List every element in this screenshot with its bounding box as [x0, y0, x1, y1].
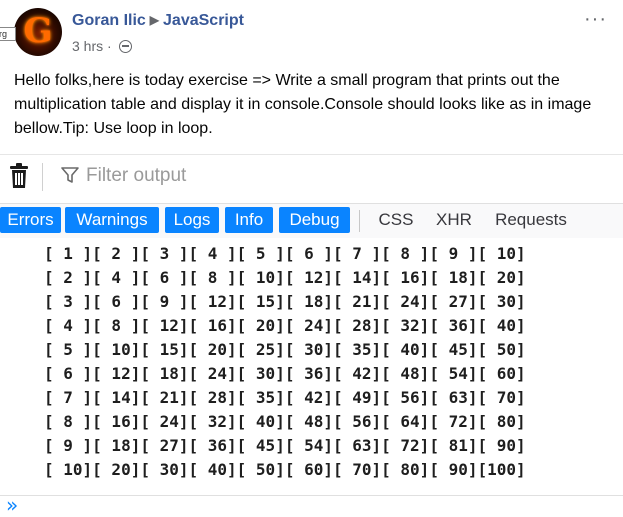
tab-warnings[interactable]: Warnings: [65, 207, 159, 233]
avatar-badge: rg: [0, 27, 16, 41]
globe-icon[interactable]: [118, 40, 132, 53]
tab-css[interactable]: CSS: [370, 207, 422, 233]
tab-debug[interactable]: Debug: [279, 207, 350, 233]
tab-requests[interactable]: Requests: [486, 207, 576, 233]
toolbar-divider: [42, 163, 43, 191]
tab-logs[interactable]: Logs: [165, 207, 219, 233]
post-time-link[interactable]: 3 hrs: [72, 38, 103, 54]
caret-right-icon: ▶: [149, 13, 160, 27]
output-row: [ 6 ][ 12][ 18][ 24][ 30][ 36][ 42][ 48]…: [44, 364, 526, 383]
author-name-link[interactable]: Goran Ilic: [72, 12, 146, 29]
output-row: [ 2 ][ 4 ][ 6 ][ 8 ][ 10][ 12][ 14][ 16]…: [44, 268, 526, 287]
post-meta: 3 hrs ·: [72, 38, 132, 54]
avatar-logo: G: [23, 11, 53, 51]
output-row: [ 10][ 20][ 30][ 40][ 50][ 60][ 70][ 80]…: [44, 460, 526, 479]
tab-xhr[interactable]: XHR: [426, 207, 482, 233]
filter-icon: [61, 167, 79, 183]
prompt-chevron-icon: »: [6, 493, 18, 517]
console-output: [ 1 ][ 2 ][ 3 ][ 4 ][ 5 ][ 6 ][ 7 ][ 8 ]…: [0, 238, 623, 496]
avatar[interactable]: G: [14, 8, 62, 56]
meta-separator: ·: [107, 38, 112, 54]
console-toolbar: [0, 154, 623, 199]
tabs-divider: [359, 210, 360, 232]
output-row: [ 4 ][ 8 ][ 12][ 16][ 20][ 24][ 28][ 32]…: [44, 316, 526, 335]
author-line: Goran Ilic ▶ JavaScript: [72, 12, 244, 30]
filter-output-input[interactable]: [86, 163, 486, 189]
console-input-bar[interactable]: »: [0, 493, 623, 517]
output-row: [ 8 ][ 16][ 24][ 32][ 40][ 48][ 56][ 64]…: [44, 412, 526, 431]
output-row: [ 7 ][ 14][ 21][ 28][ 35][ 42][ 49][ 56]…: [44, 388, 526, 407]
tab-errors[interactable]: Errors: [0, 207, 61, 233]
output-row: [ 5 ][ 10][ 15][ 20][ 25][ 30][ 35][ 40]…: [44, 340, 526, 359]
tab-info[interactable]: Info: [225, 207, 273, 233]
console-filter-tabs: Errors Warnings Logs Info Debug CSS XHR …: [0, 203, 623, 239]
output-row: [ 9 ][ 18][ 27][ 36][ 45][ 54][ 63][ 72]…: [44, 436, 526, 455]
post-header: G rg Goran Ilic▶JavaScript 3 hrs · ···: [0, 0, 623, 62]
group-name-link[interactable]: JavaScript: [163, 12, 244, 29]
more-options-icon[interactable]: ···: [584, 8, 607, 31]
post-text: Hello folks,here is today exercise => Wr…: [14, 72, 592, 137]
output-row: [ 1 ][ 2 ][ 3 ][ 4 ][ 5 ][ 6 ][ 7 ][ 8 ]…: [44, 244, 526, 263]
output-row: [ 3 ][ 6 ][ 9 ][ 12][ 15][ 18][ 21][ 24]…: [44, 292, 526, 311]
trash-icon[interactable]: [8, 163, 30, 189]
